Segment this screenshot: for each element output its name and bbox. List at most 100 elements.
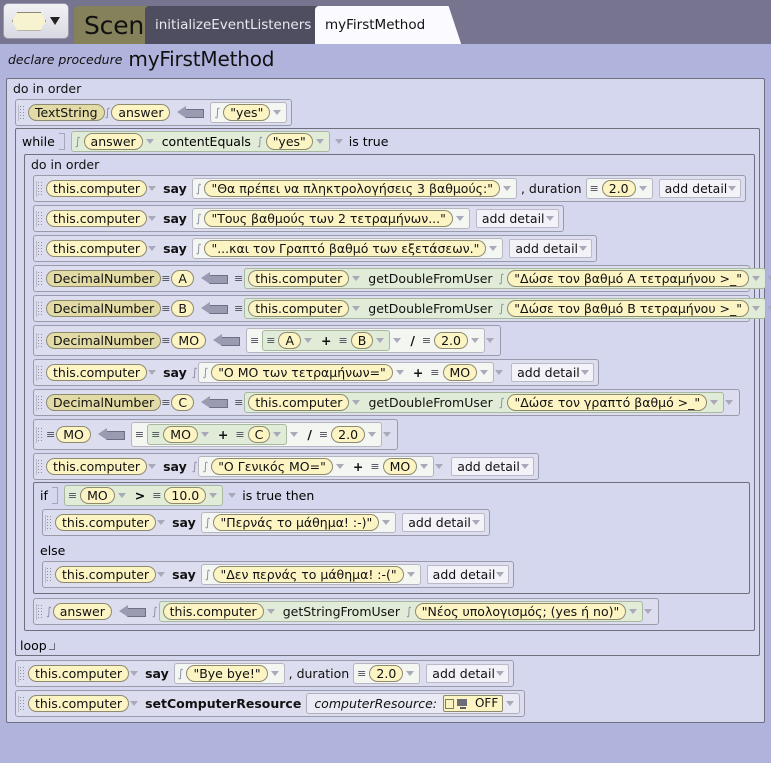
- chevron-down-icon[interactable]: [383, 432, 392, 437]
- literal-divisor[interactable]: 2.0: [434, 332, 468, 349]
- chevron-down-icon[interactable]: [766, 276, 771, 281]
- drag-grip-icon[interactable]: [18, 695, 25, 712]
- add-detail-button[interactable]: add detail: [658, 179, 742, 198]
- statement-assign-b[interactable]: DecimalNumber ≡ B ≡ this.computer getDou…: [33, 295, 771, 322]
- variable-a[interactable]: A: [278, 332, 302, 349]
- literal-duration[interactable]: 2.0: [601, 180, 636, 197]
- chevron-down-icon[interactable]: [751, 276, 760, 281]
- drag-grip-icon[interactable]: [45, 514, 52, 531]
- statement-say-bye[interactable]: this.computer say ∫ "Bye bye!" , duratio…: [15, 660, 514, 687]
- chevron-down-icon[interactable]: [471, 338, 479, 343]
- type-label-decimalnumber[interactable]: DecimalNumber: [46, 270, 162, 287]
- chevron-down-icon[interactable]: [315, 139, 324, 144]
- statement-answer-init[interactable]: TextString ∫ answer ∫ "yes": [15, 99, 293, 126]
- literal-say-text[interactable]: "Τους βαθμούς των 2 τετραμήνων...": [204, 210, 453, 227]
- chevron-down-icon[interactable]: [725, 400, 734, 405]
- variable-mo[interactable]: MO: [171, 332, 207, 349]
- chevron-down-icon[interactable]: [50, 17, 60, 25]
- statement-assign-mo[interactable]: DecimalNumber ≡ MO ≡ ≡ A + ≡ B / ≡ 2.0: [33, 325, 501, 356]
- object-this-computer[interactable]: this.computer: [46, 240, 148, 257]
- chevron-down-icon[interactable]: [455, 216, 464, 221]
- add-detail-button[interactable]: add detail: [475, 209, 559, 228]
- get-string-from-user-call[interactable]: this.computer getStringFromUser ∫ "Νέος …: [158, 601, 644, 622]
- chevron-down-icon[interactable]: [382, 520, 391, 525]
- say-text-argument[interactable]: ∫ "Δεν περνάς το μάθημα! :-(": [200, 564, 421, 585]
- statement-answer-reassign[interactable]: ∫ answer ∫ this.computer getStringFromUs…: [33, 598, 660, 625]
- get-double-from-user-call[interactable]: this.computer getDoubleFromUser ∫ "Δώσε …: [244, 268, 766, 289]
- literal-yes[interactable]: "yes": [265, 133, 313, 150]
- say-text-argument[interactable]: ∫ "Θα πρέπει να πληκτρολογήσεις 3 βαθμού…: [191, 178, 517, 199]
- chevron-down-icon[interactable]: [200, 432, 209, 437]
- drag-grip-icon[interactable]: [36, 426, 43, 443]
- while-block[interactable]: while ∫ answer contentEquals ∫ "yes" is …: [15, 128, 771, 656]
- addition-expression[interactable]: ≡ MO + ≡ C: [147, 424, 288, 445]
- chevron-down-icon[interactable]: [393, 338, 402, 343]
- add-detail-button[interactable]: add detail: [509, 239, 593, 258]
- statement-set-computer-resource[interactable]: this.computer setComputerResource comput…: [15, 690, 526, 717]
- chevron-down-icon[interactable]: [270, 671, 279, 676]
- variable-a[interactable]: A: [171, 270, 194, 287]
- object-this-computer[interactable]: this.computer: [248, 270, 350, 287]
- variable-c[interactable]: C: [171, 394, 195, 411]
- say-text-argument[interactable]: ∫ "Τους βαθμούς των 2 τετραμήνων...": [191, 208, 470, 229]
- literal-threshold[interactable]: 10.0: [164, 487, 207, 504]
- literal-prompt[interactable]: "Δώσε τον βαθμό Β τετραμήνου >_": [507, 300, 750, 317]
- drag-grip-icon[interactable]: [36, 332, 43, 349]
- literal-say-text[interactable]: "Ο ΜΟ των τετραμήνων=": [211, 364, 393, 381]
- chevron-down-icon[interactable]: [148, 216, 157, 221]
- chevron-down-icon[interactable]: [273, 110, 282, 115]
- code-canvas[interactable]: do in order TextString ∫ answer ∫ "yes": [0, 74, 771, 763]
- variable-b[interactable]: B: [350, 332, 374, 349]
- chevron-down-icon[interactable]: [290, 432, 299, 437]
- chevron-down-icon[interactable]: [130, 701, 139, 706]
- inner-do-in-order-block[interactable]: do in order this.computer say ∫ "Θα πρέπ…: [24, 154, 771, 631]
- chevron-down-icon[interactable]: [117, 493, 126, 498]
- variable-mo[interactable]: MO: [382, 458, 418, 475]
- chevron-down-icon[interactable]: [489, 246, 498, 251]
- chevron-down-icon[interactable]: [506, 701, 515, 706]
- chevron-down-icon[interactable]: [376, 338, 385, 343]
- get-double-from-user-call[interactable]: this.computer getDoubleFromUser ∫ "Δώσε …: [244, 392, 725, 413]
- tab-my-first-method[interactable]: myFirstMethod: [315, 6, 448, 44]
- object-this-computer[interactable]: this.computer: [46, 210, 148, 227]
- drag-grip-icon[interactable]: [18, 104, 25, 121]
- object-this-computer[interactable]: this.computer: [162, 603, 264, 620]
- literal-say-text[interactable]: "Περνάς το μάθημα! :-)": [213, 514, 380, 531]
- literal-duration[interactable]: 2.0: [369, 665, 404, 682]
- chevron-down-icon[interactable]: [352, 306, 361, 311]
- while-condition-expression[interactable]: ∫ answer contentEquals ∫ "yes": [70, 131, 330, 152]
- type-label-decimalnumber[interactable]: DecimalNumber: [46, 394, 162, 411]
- chevron-down-icon[interactable]: [580, 370, 589, 375]
- chevron-down-icon[interactable]: [480, 370, 489, 375]
- chevron-down-icon[interactable]: [352, 276, 361, 281]
- chevron-down-icon[interactable]: [368, 432, 377, 437]
- literal-prompt[interactable]: "Δώσε τον βαθμό Α τετραμήνου >_": [507, 270, 749, 287]
- statement-say-pass[interactable]: this.computer say ∫ "Περνάς το μάθημα! :…: [42, 509, 490, 536]
- drag-grip-icon[interactable]: [36, 270, 43, 287]
- type-label-decimalnumber[interactable]: DecimalNumber: [46, 300, 162, 317]
- add-detail-button[interactable]: add detail: [511, 363, 594, 382]
- chevron-down-icon[interactable]: [579, 246, 588, 251]
- division-expression[interactable]: ≡ ≡ MO + ≡ C / ≡ 2.0: [130, 422, 383, 447]
- chevron-down-icon[interactable]: [157, 572, 166, 577]
- chevron-down-icon[interactable]: [157, 520, 166, 525]
- chevron-down-icon[interactable]: [334, 139, 343, 144]
- chevron-down-icon[interactable]: [644, 609, 653, 614]
- statement-assign-c[interactable]: DecimalNumber ≡ C ≡ this.computer getDou…: [33, 389, 741, 416]
- statement-say-1[interactable]: this.computer say ∫ "Θα πρέπει να πληκτρ…: [33, 175, 747, 202]
- statement-assign-a[interactable]: DecimalNumber ≡ A ≡ this.computer getDou…: [33, 265, 771, 292]
- statement-say-general-mo[interactable]: this.computer say ∫ ∫ "Ο Γενικός ΜΟ=" +: [33, 453, 539, 480]
- drag-grip-icon[interactable]: [45, 566, 52, 583]
- chevron-down-icon[interactable]: [148, 464, 157, 469]
- chevron-down-icon[interactable]: [266, 609, 275, 614]
- object-this-computer[interactable]: this.computer: [28, 665, 130, 682]
- object-this-computer[interactable]: this.computer: [46, 364, 148, 381]
- chevron-down-icon[interactable]: [130, 671, 139, 676]
- chevron-down-icon[interactable]: [471, 520, 480, 525]
- get-double-from-user-call[interactable]: this.computer getDoubleFromUser ∫ "Δώσε …: [244, 298, 767, 319]
- chevron-down-icon[interactable]: [767, 306, 771, 311]
- value-yes-literal[interactable]: ∫ "yes": [210, 102, 288, 123]
- object-this-computer[interactable]: this.computer: [248, 394, 350, 411]
- literal-say-text[interactable]: "Θα πρέπει να πληκτρολογήσεις 3 βαθμούς:…: [204, 180, 500, 197]
- drag-grip-icon[interactable]: [36, 458, 43, 475]
